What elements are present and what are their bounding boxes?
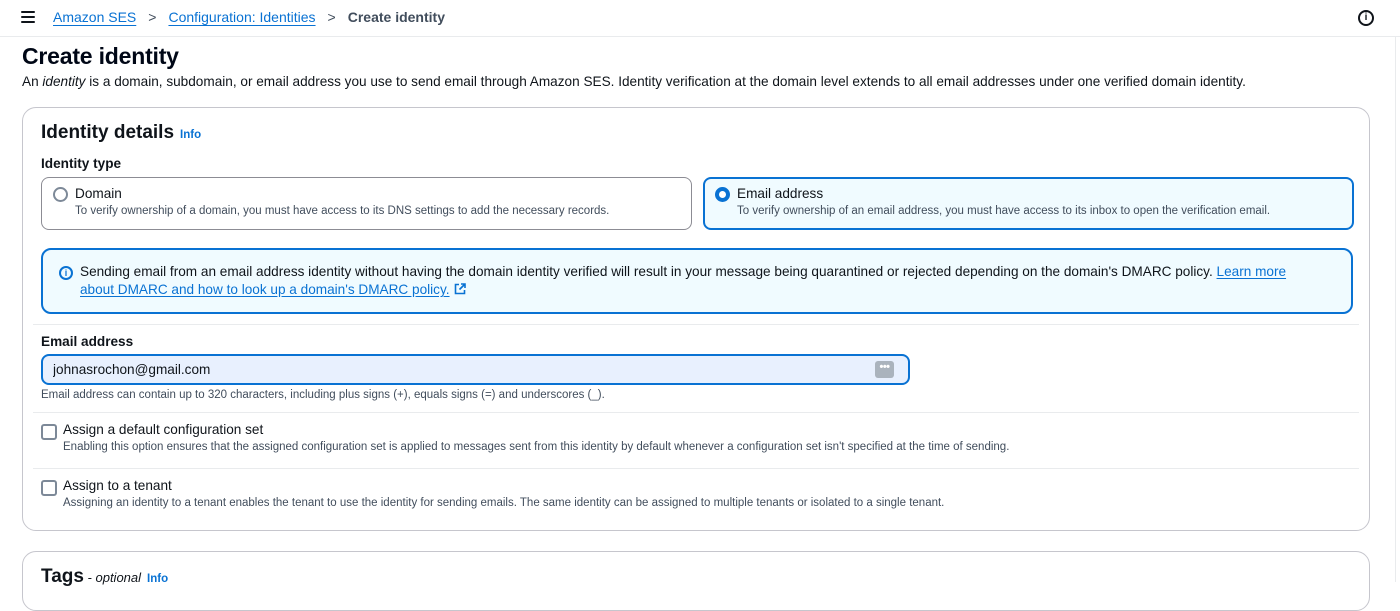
email-constraint-text: Email address can contain up to 320 char… xyxy=(41,389,605,401)
divider xyxy=(33,468,1359,469)
alert-text: Sending email from an email address iden… xyxy=(80,263,1310,299)
identity-details-panel: Identity details Info Identity type Domai… xyxy=(22,107,1370,531)
page-description: An identity is a domain, subdomain, or e… xyxy=(22,74,1246,89)
email-tile-desc: To verify ownership of an email address,… xyxy=(737,205,1271,217)
email-address-label: Email address xyxy=(41,334,134,349)
page-desc-suffix: is a domain, subdomain, or email address… xyxy=(85,74,1246,89)
tenant-desc: Assigning an identity to a tenant enable… xyxy=(63,497,945,509)
dmarc-info-alert: i Sending email from an email address id… xyxy=(41,248,1353,314)
tenant-label[interactable]: Assign to a tenant xyxy=(63,478,172,493)
page-title: Create identity xyxy=(22,43,179,69)
autofill-icon[interactable]: ••• xyxy=(875,361,894,378)
page-desc-emphasis: identity xyxy=(42,74,86,89)
section-title: Identity details Info xyxy=(41,122,201,144)
menu-icon[interactable] xyxy=(21,11,35,23)
tags-optional-label: - optional xyxy=(83,570,142,585)
info-link[interactable]: Info xyxy=(180,129,201,141)
email-radio[interactable] xyxy=(715,187,730,202)
tags-panel: Tags - optional Info xyxy=(22,551,1370,611)
tags-title-text: Tags xyxy=(41,566,84,587)
breadcrumb: Amazon SES > Configuration: Identities >… xyxy=(53,9,445,25)
divider xyxy=(33,412,1359,413)
config-set-checkbox[interactable] xyxy=(41,424,57,440)
top-bar: Amazon SES > Configuration: Identities >… xyxy=(0,0,1400,37)
identity-details-title: Identity details xyxy=(41,122,175,143)
identity-type-email-tile[interactable]: Email address To verify ownership of an … xyxy=(703,177,1354,230)
email-tile-title: Email address xyxy=(737,186,824,201)
chevron-right-icon: > xyxy=(327,9,336,25)
external-link-icon[interactable] xyxy=(454,283,466,295)
identity-type-domain-tile[interactable]: Domain To verify ownership of a domain, … xyxy=(41,177,692,230)
breadcrumb-configuration-identities[interactable]: Configuration: Identities xyxy=(168,9,315,25)
domain-tile-title: Domain xyxy=(75,186,122,201)
chevron-right-icon: > xyxy=(148,9,157,25)
divider xyxy=(33,324,1359,325)
identity-type-label: Identity type xyxy=(41,156,122,171)
email-address-input[interactable] xyxy=(41,354,910,385)
tags-title: Tags - optional Info xyxy=(41,566,168,588)
domain-tile-desc: To verify ownership of a domain, you mus… xyxy=(75,205,610,217)
config-set-label[interactable]: Assign a default configuration set xyxy=(63,422,263,437)
tags-info-link[interactable]: Info xyxy=(147,573,168,585)
breadcrumb-amazon-ses[interactable]: Amazon SES xyxy=(53,9,136,25)
breadcrumb-current: Create identity xyxy=(347,9,445,25)
scrollbar-track[interactable] xyxy=(1395,37,1396,582)
domain-radio[interactable] xyxy=(53,187,68,202)
alert-message: Sending email from an email address iden… xyxy=(80,264,1217,279)
config-set-desc: Enabling this option ensures that the as… xyxy=(63,441,1010,453)
tenant-checkbox[interactable] xyxy=(41,480,57,496)
info-circle-icon: i xyxy=(59,266,73,280)
info-circle-icon[interactable]: i xyxy=(1358,10,1374,26)
page-desc-prefix: An xyxy=(22,74,43,89)
